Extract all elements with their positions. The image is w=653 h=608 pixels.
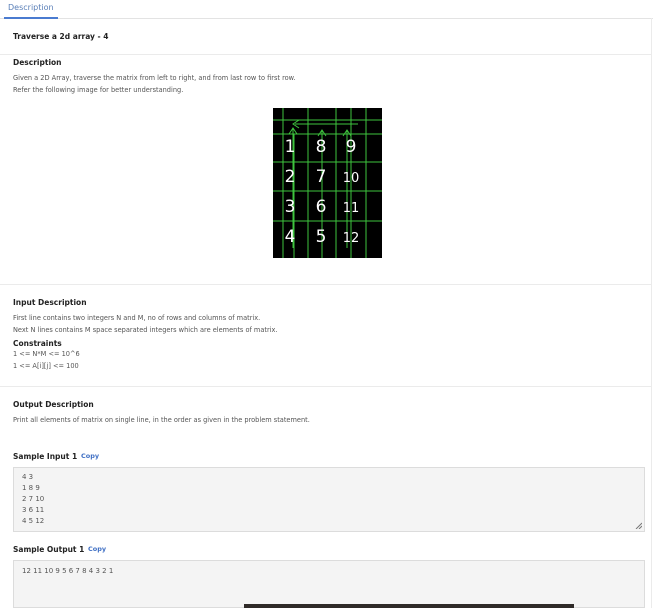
sample-input-line: 3 6 11 (22, 506, 45, 514)
description-text: Refer the following image for better und… (13, 86, 184, 94)
bottom-scroll-strip (244, 604, 574, 608)
copy-sample-output-button[interactable]: Copy (88, 545, 106, 553)
sample-input-label: Sample Input 1 (13, 452, 78, 461)
panel-divider (651, 18, 652, 608)
sample-input-line: 4 3 (22, 473, 34, 481)
sample-input-line: 1 8 9 (22, 484, 40, 492)
matrix-cell: 9 (346, 137, 357, 157)
sample-input-line: 4 5 12 (22, 517, 45, 525)
matrix-traversal-image: 1 8 9 2 7 10 3 6 11 4 5 12 (273, 108, 382, 258)
tab-bar: Description (0, 0, 653, 19)
matrix-cell: 3 (285, 197, 296, 217)
resize-handle-icon[interactable] (635, 522, 642, 529)
output-text: Print all elements of matrix on single l… (13, 416, 310, 424)
matrix-cell: 4 (285, 227, 296, 247)
matrix-cell: 7 (316, 167, 327, 187)
copy-sample-input-button[interactable]: Copy (81, 452, 99, 460)
divider (0, 284, 651, 285)
problem-title: Traverse a 2d array - 4 (13, 32, 109, 41)
constraint-text: 1 <= A[i][j] <= 100 (13, 362, 79, 370)
matrix-cell: 6 (316, 197, 327, 217)
matrix-cell: 2 (285, 167, 296, 187)
matrix-cell: 8 (316, 137, 327, 157)
input-text: First line contains two integers N and M… (13, 314, 261, 322)
sample-output-box[interactable]: 12 11 10 9 5 6 7 8 4 3 2 1 (13, 560, 645, 608)
tab-description[interactable]: Description (4, 0, 58, 19)
description-heading: Description (13, 58, 62, 67)
sample-input-box[interactable]: 4 3 1 8 9 2 7 10 3 6 11 4 5 12 (13, 467, 645, 532)
constraint-text: 1 <= N*M <= 10^6 (13, 350, 80, 358)
matrix-cell: 10 (343, 171, 360, 186)
divider (0, 54, 651, 55)
sample-output-label: Sample Output 1 (13, 545, 85, 554)
input-heading: Input Description (13, 298, 87, 307)
sample-input-line: 2 7 10 (22, 495, 45, 503)
matrix-traversal-drawing: 1 8 9 2 7 10 3 6 11 4 5 12 (273, 108, 382, 258)
divider (0, 386, 651, 387)
matrix-cell: 5 (316, 227, 327, 247)
matrix-cell: 11 (343, 201, 360, 216)
description-text: Given a 2D Array, traverse the matrix fr… (13, 74, 296, 82)
sample-output-line: 12 11 10 9 5 6 7 8 4 3 2 1 (22, 567, 114, 575)
constraints-heading: Constraints (13, 339, 62, 348)
input-text: Next N lines contains M space separated … (13, 326, 278, 334)
matrix-cell: 1 (285, 137, 296, 157)
matrix-cell: 12 (343, 231, 360, 246)
output-heading: Output Description (13, 400, 94, 409)
